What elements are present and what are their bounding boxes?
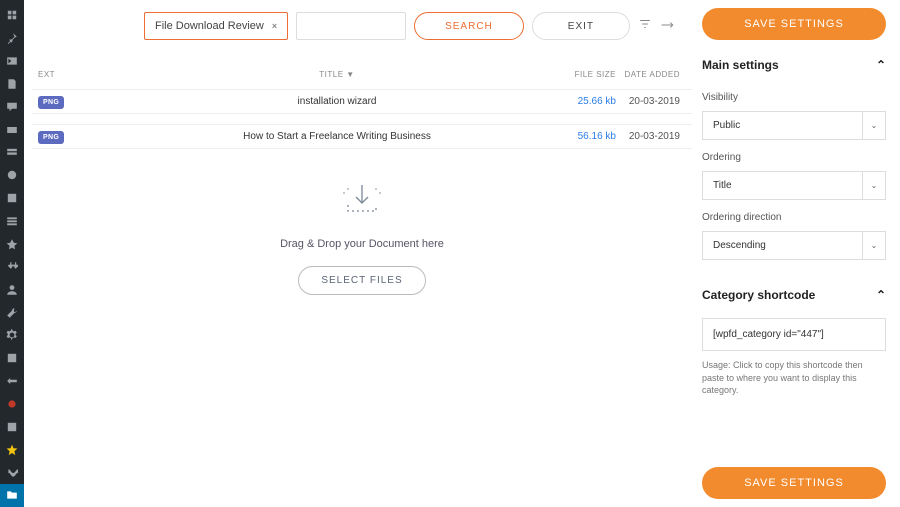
ordering-select[interactable]: Title ⌄ [702, 171, 886, 200]
chevron-down-icon: ⌄ [862, 111, 886, 140]
sidebar-item-6[interactable] [0, 347, 24, 370]
breadcrumb-close-icon[interactable]: × [272, 21, 277, 31]
sidebar-item-red-icon[interactable] [0, 393, 24, 416]
shortcode-usage: Usage: Click to copy this shortcode then… [702, 359, 886, 397]
file-title: How to Start a Freelance Writing Busines… [118, 131, 556, 142]
arrow-right-icon[interactable] [660, 17, 676, 35]
chevron-down-icon: ⌄ [862, 231, 886, 260]
sidebar-pages-icon[interactable] [0, 73, 24, 96]
sidebar-item-8[interactable] [0, 415, 24, 438]
search-button[interactable]: SEARCH [414, 12, 524, 40]
sidebar-star-icon[interactable] [0, 438, 24, 461]
ordering-direction-label: Ordering direction [702, 212, 886, 223]
main-settings-title: Main settings [702, 58, 779, 72]
ext-badge: PNG [38, 96, 64, 109]
col-size-header[interactable]: FILE SIZE [556, 70, 616, 79]
search-input[interactable] [296, 12, 406, 40]
ordering-direction-select[interactable]: Descending ⌄ [702, 231, 886, 260]
table-row[interactable]: PNG How to Start a Freelance Writing Bus… [32, 124, 692, 149]
select-files-button[interactable]: SELECT FILES [298, 266, 425, 295]
sidebar-item-5[interactable] [0, 210, 24, 233]
chevron-up-icon: ⌃ [876, 288, 886, 302]
sidebar-item-2[interactable] [0, 141, 24, 164]
sidebar-appearance-icon[interactable] [0, 233, 24, 256]
chevron-up-icon: ⌃ [876, 58, 886, 72]
ext-badge: PNG [38, 131, 64, 144]
dropzone-text: Drag & Drop your Document here [280, 238, 444, 250]
filter-icon[interactable] [638, 17, 652, 36]
main-settings-toggle[interactable]: Main settings ⌃ [702, 58, 886, 72]
sidebar-item-9[interactable] [0, 461, 24, 484]
shortcode-title: Category shortcode [702, 288, 815, 302]
settings-panel: SAVE SETTINGS Main settings ⌃ Visibility… [700, 0, 900, 507]
sidebar-comments-icon[interactable] [0, 95, 24, 118]
breadcrumb[interactable]: File Download Review × [144, 12, 288, 40]
exit-button[interactable]: EXIT [532, 12, 630, 40]
sidebar-dashboard-icon[interactable] [0, 4, 24, 27]
sort-desc-icon: ▼ [346, 70, 354, 79]
sidebar-media-icon[interactable] [0, 50, 24, 73]
visibility-select[interactable]: Public ⌄ [702, 111, 886, 140]
sidebar-item-3[interactable] [0, 164, 24, 187]
breadcrumb-label: File Download Review [155, 20, 264, 32]
topbar: File Download Review × SEARCH EXIT [32, 12, 692, 40]
col-date-header[interactable]: DATE ADDED [616, 70, 686, 79]
dropzone[interactable]: Drag & Drop your Document here SELECT FI… [32, 181, 692, 295]
chevron-down-icon: ⌄ [862, 171, 886, 200]
sidebar-users-icon[interactable] [0, 278, 24, 301]
wp-admin-sidebar [0, 0, 24, 507]
file-size: 25.66 kb [556, 96, 616, 107]
sidebar-item-4[interactable] [0, 187, 24, 210]
ordering-label: Ordering [702, 152, 886, 163]
table-row[interactable]: PNG installation wizard 25.66 kb 20-03-2… [32, 89, 692, 114]
col-title-header[interactable]: TITLE ▼ [118, 70, 556, 79]
save-settings-button-top[interactable]: SAVE SETTINGS [702, 8, 886, 40]
upload-icon [340, 181, 384, 222]
visibility-value: Public [702, 111, 862, 140]
file-table: EXT TITLE ▼ FILE SIZE DATE ADDED PNG ins… [32, 60, 692, 159]
sidebar-folder-icon[interactable] [0, 484, 24, 507]
file-size: 56.16 kb [556, 131, 616, 142]
file-date: 20-03-2019 [616, 131, 686, 142]
sidebar-item-1[interactable] [0, 118, 24, 141]
shortcode-value[interactable]: [wpfd_category id="447"] [702, 318, 886, 351]
sidebar-item-7[interactable] [0, 370, 24, 393]
visibility-label: Visibility [702, 92, 886, 103]
sidebar-pin-icon[interactable] [0, 27, 24, 50]
save-settings-button-bottom[interactable]: SAVE SETTINGS [702, 467, 886, 499]
table-header: EXT TITLE ▼ FILE SIZE DATE ADDED [32, 60, 692, 89]
sidebar-tools-icon[interactable] [0, 301, 24, 324]
sidebar-settings-icon[interactable] [0, 324, 24, 347]
file-title: installation wizard [118, 96, 556, 107]
sidebar-plugins-icon[interactable] [0, 255, 24, 278]
ordering-value: Title [702, 171, 862, 200]
file-date: 20-03-2019 [616, 96, 686, 107]
shortcode-toggle[interactable]: Category shortcode ⌃ [702, 288, 886, 302]
ordering-direction-value: Descending [702, 231, 862, 260]
col-ext-header[interactable]: EXT [38, 70, 118, 79]
